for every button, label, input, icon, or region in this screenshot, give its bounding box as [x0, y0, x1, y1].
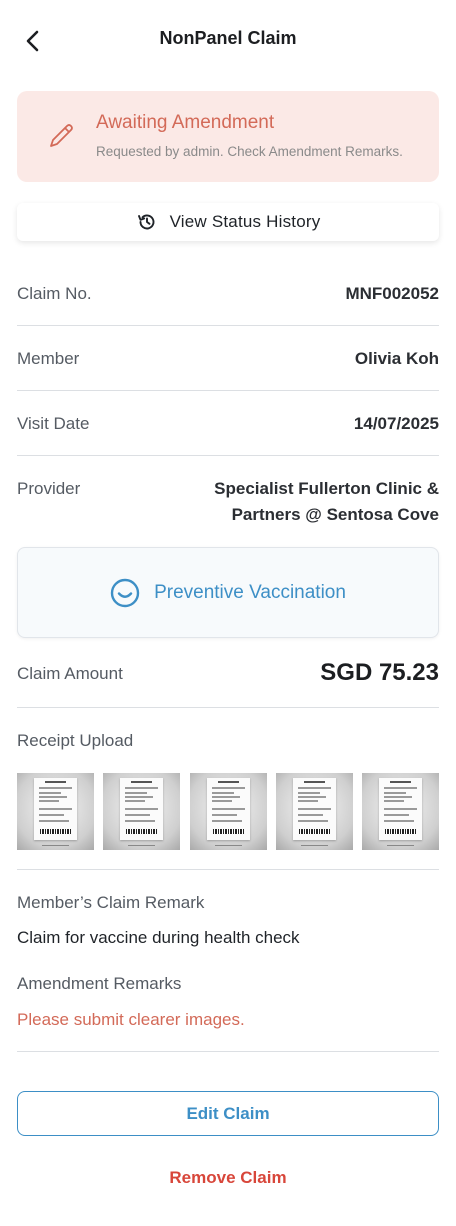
claim-category-card[interactable]: Preventive Vaccination [17, 547, 439, 638]
status-banner: Awaiting Amendment Requested by admin. C… [17, 91, 439, 182]
view-status-history-button[interactable]: View Status History [17, 203, 439, 241]
member-value: Olivia Koh [354, 349, 439, 368]
divider [17, 390, 439, 391]
edit-claim-button[interactable]: Edit Claim [17, 1091, 439, 1136]
receipt-thumbnail[interactable] [17, 773, 94, 850]
divider [17, 707, 439, 708]
provider-value: Specialist Fullerton Clinic & Partners @… [214, 479, 439, 524]
view-status-history-label: View Status History [169, 212, 321, 231]
provider-row: Provider Specialist Fullerton Clinic & P… [17, 479, 439, 535]
claim-no-row: Claim No. MNF002052 [17, 284, 439, 308]
app-header: NonPanel Claim [0, 0, 456, 80]
divider [17, 1051, 439, 1052]
divider [17, 869, 439, 870]
receipt-thumbnails [17, 773, 439, 850]
divider [17, 455, 439, 456]
receipt-upload-title: Receipt Upload [17, 731, 134, 750]
claim-no-value: MNF002052 [345, 284, 439, 303]
member-remark-title: Member’s Claim Remark [17, 893, 205, 912]
status-title: Awaiting Amendment [96, 112, 275, 133]
provider-label: Provider [17, 479, 81, 498]
claim-amount-value: SGD 75.23 [320, 659, 439, 686]
receipt-thumbnail[interactable] [189, 773, 267, 850]
amendment-remarks-title: Amendment Remarks [17, 974, 182, 993]
remove-claim-button[interactable]: Remove Claim [17, 1168, 439, 1192]
history-icon [137, 214, 154, 230]
divider [17, 325, 439, 326]
member-remark-text: Claim for vaccine during health check [17, 928, 300, 947]
receipt-thumbnail[interactable] [362, 773, 439, 850]
pencil-icon [50, 124, 73, 147]
receipt-thumbnail[interactable] [275, 773, 353, 850]
member-row: Member Olivia Koh [17, 349, 439, 373]
claim-amount-label: Claim Amount [17, 664, 123, 683]
visit-date-row: Visit Date 14/07/2025 [17, 414, 439, 438]
amendment-remarks-text: Please submit clearer images. [17, 1010, 245, 1029]
status-subtitle: Requested by admin. Check Amendment Rema… [96, 144, 403, 159]
member-label: Member [17, 349, 80, 368]
page-title: NonPanel Claim [159, 28, 297, 48]
visit-date-value: 14/07/2025 [353, 414, 439, 433]
claim-no-label: Claim No. [17, 284, 92, 303]
claim-category-label: Preventive Vaccination [154, 581, 346, 603]
visit-date-label: Visit Date [17, 414, 90, 433]
receipt-thumbnail[interactable] [103, 773, 181, 850]
smiley-icon [110, 578, 140, 607]
